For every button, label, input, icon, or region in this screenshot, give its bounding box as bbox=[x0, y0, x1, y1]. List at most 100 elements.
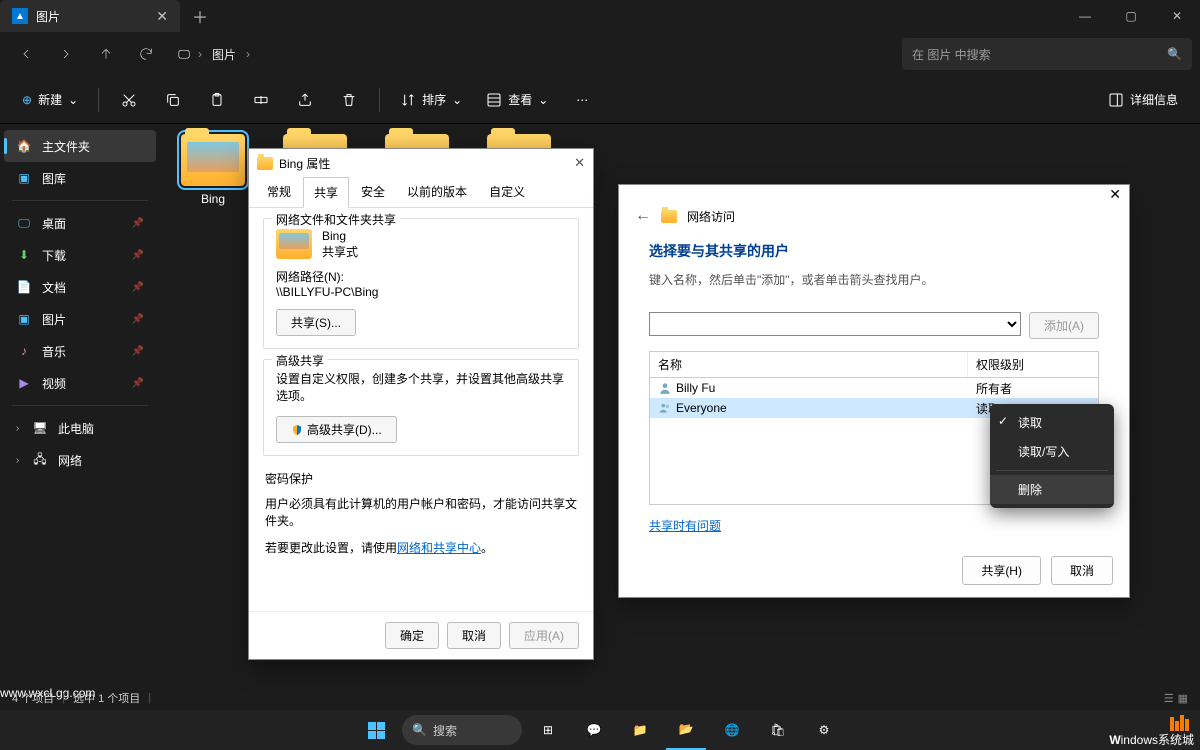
share-button[interactable]: 共享(H) bbox=[962, 556, 1041, 585]
address-bar[interactable]: 🖵 › 图片 › bbox=[176, 42, 250, 67]
expand-icon[interactable]: › bbox=[16, 423, 26, 434]
more-button[interactable]: ⋯ bbox=[562, 82, 602, 118]
tab-pictures[interactable]: ▲ 图片 ✕ bbox=[0, 0, 180, 32]
folder-item[interactable]: Bing bbox=[174, 134, 252, 206]
minimize-button[interactable]: ― bbox=[1062, 0, 1108, 32]
sort-button[interactable]: 排序 ⌄ bbox=[390, 82, 472, 118]
sidebar-label: 音乐 bbox=[42, 343, 66, 360]
network-icon: 🖧 bbox=[32, 452, 48, 468]
details-button[interactable]: 详细信息 bbox=[1098, 82, 1188, 118]
network-center-link[interactable]: 网络和共享中心 bbox=[397, 541, 481, 555]
view-label: 查看 bbox=[508, 91, 532, 108]
taskbar-app[interactable]: 💬 bbox=[574, 710, 614, 750]
dialog-footer: 共享(H) 取消 bbox=[619, 544, 1129, 597]
maximize-button[interactable]: ▢ bbox=[1108, 0, 1154, 32]
search-box[interactable]: 在 图片 中搜索 🔍 bbox=[902, 38, 1192, 70]
ok-button[interactable]: 确定 bbox=[385, 622, 439, 649]
start-button[interactable] bbox=[356, 710, 396, 750]
search-icon: 🔍 bbox=[1167, 47, 1182, 61]
view-icon bbox=[486, 92, 502, 108]
col-name[interactable]: 名称 bbox=[650, 352, 968, 377]
menu-item-remove[interactable]: 删除 bbox=[990, 475, 1114, 504]
desktop-icon: 🖵 bbox=[16, 215, 32, 231]
shield-icon bbox=[291, 424, 303, 436]
cancel-button[interactable]: 取消 bbox=[447, 622, 501, 649]
list-view-button[interactable]: ☰ bbox=[1164, 692, 1174, 705]
pin-icon: 📌 bbox=[132, 378, 144, 389]
separator bbox=[12, 405, 148, 406]
close-button[interactable]: ✕ bbox=[1109, 186, 1121, 203]
forward-button[interactable] bbox=[48, 36, 84, 72]
sidebar-item-desktop[interactable]: 🖵 桌面 📌 bbox=[0, 207, 160, 239]
list-header: 名称 权限级别 bbox=[649, 351, 1099, 377]
tab-previous[interactable]: 以前的版本 bbox=[397, 177, 477, 207]
up-button[interactable] bbox=[88, 36, 124, 72]
rename-button[interactable] bbox=[241, 82, 281, 118]
dialog-titlebar[interactable]: Bing 属性 ✕ bbox=[249, 149, 593, 177]
sidebar-item-music[interactable]: ♪ 音乐 📌 bbox=[0, 335, 160, 367]
menu-item-read[interactable]: 读取 bbox=[990, 408, 1114, 437]
path-value: \\BILLYFU-PC\Bing bbox=[276, 285, 566, 299]
dialog-titlebar[interactable]: ✕ bbox=[619, 185, 1129, 203]
menu-item-readwrite[interactable]: 读取/写入 bbox=[990, 437, 1114, 466]
back-button[interactable]: ← bbox=[635, 207, 651, 225]
close-tab-icon[interactable]: ✕ bbox=[156, 8, 168, 25]
new-button[interactable]: ⊕ 新建 ⌄ bbox=[12, 82, 88, 118]
delete-button[interactable] bbox=[329, 82, 369, 118]
back-button[interactable] bbox=[8, 36, 44, 72]
tab-share[interactable]: 共享 bbox=[303, 177, 349, 208]
new-tab-button[interactable]: ＋ bbox=[180, 4, 220, 28]
tab-custom[interactable]: 自定义 bbox=[479, 177, 535, 207]
sidebar: 🏠 主文件夹 ▣ 图库 🖵 桌面 📌 ⬇ 下载 📌 📄 文档 📌 ▣ 图片 📌 bbox=[0, 124, 160, 686]
sidebar-item-gallery[interactable]: ▣ 图库 bbox=[0, 162, 160, 194]
sidebar-item-thispc[interactable]: › 🖥 此电脑 bbox=[0, 412, 160, 444]
list-row[interactable]: Billy Fu 所有者 bbox=[650, 378, 1098, 398]
taskbar-settings[interactable]: ⚙ bbox=[804, 710, 844, 750]
view-button[interactable]: 查看 ⌄ bbox=[476, 82, 558, 118]
breadcrumb-pictures[interactable]: 图片 bbox=[208, 42, 240, 67]
add-button[interactable]: 添加(A) bbox=[1029, 312, 1099, 339]
taskbar-store[interactable]: 🛍 bbox=[758, 710, 798, 750]
expand-icon[interactable]: › bbox=[16, 455, 26, 466]
sidebar-item-documents[interactable]: 📄 文档 📌 bbox=[0, 271, 160, 303]
navbar: 🖵 › 图片 › 在 图片 中搜索 🔍 bbox=[0, 32, 1200, 76]
sidebar-item-home[interactable]: 🏠 主文件夹 bbox=[4, 130, 156, 162]
tab-general[interactable]: 常规 bbox=[257, 177, 301, 207]
chevron-down-icon: ⌄ bbox=[538, 93, 548, 107]
cut-button[interactable] bbox=[109, 82, 149, 118]
tab-security[interactable]: 安全 bbox=[351, 177, 395, 207]
sort-icon bbox=[400, 92, 416, 108]
dialog-header: ← 网络访问 bbox=[619, 203, 1129, 235]
share-button[interactable]: 共享(S)... bbox=[276, 309, 356, 336]
cancel-button[interactable]: 取消 bbox=[1051, 556, 1113, 585]
grid-view-button[interactable]: ▦ bbox=[1178, 692, 1188, 705]
paste-button[interactable] bbox=[197, 82, 237, 118]
sidebar-label: 下载 bbox=[42, 247, 66, 264]
sidebar-item-network[interactable]: › 🖧 网络 bbox=[0, 444, 160, 476]
taskbar-app[interactable]: 📁 bbox=[620, 710, 660, 750]
trouble-link[interactable]: 共享时有问题 bbox=[649, 519, 721, 533]
sidebar-item-downloads[interactable]: ⬇ 下载 📌 bbox=[0, 239, 160, 271]
search-label: 搜索 bbox=[433, 722, 457, 739]
task-view-button[interactable]: ⊞ bbox=[528, 710, 568, 750]
permission-context-menu: 读取 读取/写入 删除 bbox=[990, 404, 1114, 508]
details-label: 详细信息 bbox=[1130, 91, 1178, 108]
copy-button[interactable] bbox=[153, 82, 193, 118]
col-perm[interactable]: 权限级别 bbox=[968, 352, 1098, 377]
gallery-icon: ▣ bbox=[16, 170, 32, 186]
taskbar-edge[interactable]: 🌐 bbox=[712, 710, 752, 750]
close-button[interactable]: ✕ bbox=[574, 155, 585, 171]
share-button[interactable] bbox=[285, 82, 325, 118]
user-select[interactable] bbox=[649, 312, 1021, 336]
chevron-icon: › bbox=[198, 47, 202, 61]
refresh-button[interactable] bbox=[128, 36, 164, 72]
taskbar-search[interactable]: 🔍 搜索 bbox=[402, 715, 522, 745]
monitor-icon: 🖵 bbox=[176, 46, 192, 62]
taskbar-explorer[interactable]: 📂 bbox=[666, 710, 706, 750]
advanced-share-button[interactable]: 高级共享(D)... bbox=[276, 416, 397, 443]
close-window-button[interactable]: ✕ bbox=[1154, 0, 1200, 32]
apply-button[interactable]: 应用(A) bbox=[509, 622, 579, 649]
separator: | bbox=[62, 692, 65, 704]
sidebar-item-pictures[interactable]: ▣ 图片 📌 bbox=[0, 303, 160, 335]
sidebar-item-videos[interactable]: ▶ 视频 📌 bbox=[0, 367, 160, 399]
